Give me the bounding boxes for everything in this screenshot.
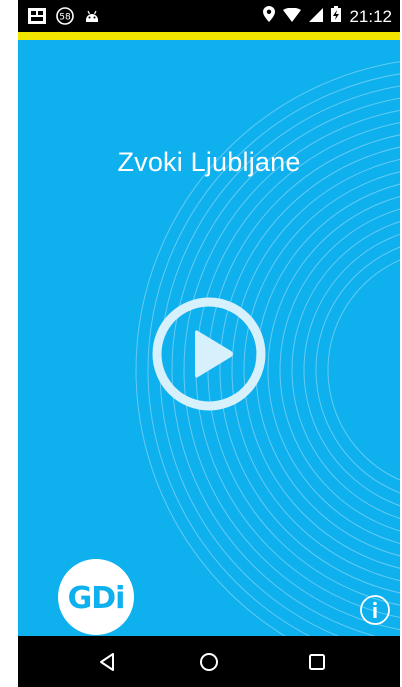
gdi-logo: GDi [58, 559, 134, 635]
status-bar: 58 21:12 [18, 0, 400, 32]
status-time: 21:12 [349, 6, 392, 26]
phone-screen: 58 21:12 Zvoki Ljubljane GDi [18, 0, 400, 687]
play-icon [152, 297, 266, 411]
app-content: Zvoki Ljubljane GDi [18, 40, 400, 636]
app-title: Zvoki Ljubljane [117, 147, 301, 177]
play-button[interactable] [151, 296, 267, 412]
navigation-bar [18, 636, 400, 687]
battery-icon [331, 6, 342, 27]
recents-icon [309, 654, 325, 670]
info-button[interactable] [359, 594, 391, 626]
notification-badge-text: 58 [59, 13, 71, 23]
home-button[interactable] [196, 649, 222, 675]
notification-count-icon: 58 [56, 7, 74, 30]
signal-icon [309, 7, 324, 27]
back-button[interactable] [94, 649, 120, 675]
info-icon [360, 595, 390, 625]
android-icon [84, 8, 100, 29]
wifi-icon [283, 7, 302, 27]
back-icon [100, 653, 114, 671]
home-icon [200, 653, 218, 671]
recents-button[interactable] [304, 649, 330, 675]
accent-bar [18, 32, 400, 40]
gdi-logo-text: GDi [67, 581, 126, 616]
location-icon [263, 6, 276, 27]
gallery-icon [28, 8, 46, 29]
